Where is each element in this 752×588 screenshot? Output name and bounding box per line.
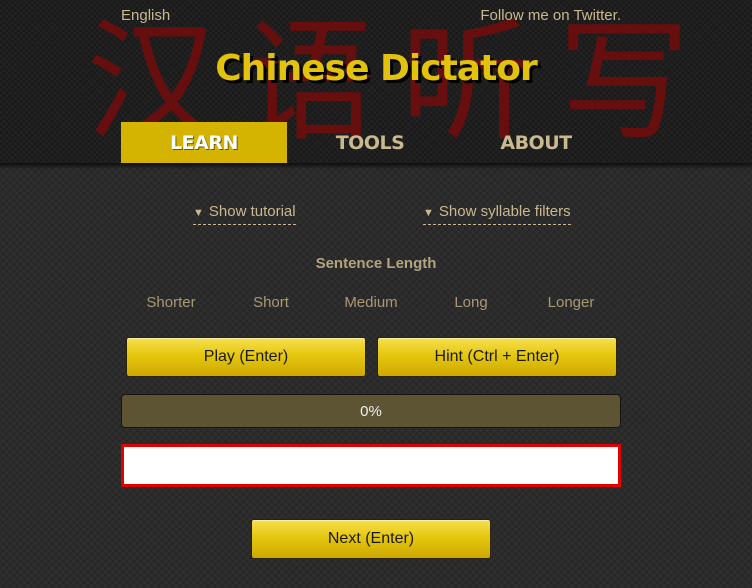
answer-input[interactable]: [121, 444, 621, 487]
length-option-medium[interactable]: Medium: [321, 294, 421, 311]
header-shadow: [0, 163, 752, 169]
tab-learn[interactable]: LEARN: [121, 122, 287, 163]
triangle-down-icon: ▼: [193, 207, 204, 219]
next-button[interactable]: Next (Enter): [251, 519, 491, 559]
site-title: Chinese Dictator: [215, 48, 538, 89]
show-syllable-filters-toggle[interactable]: ▼ Show syllable filters: [423, 203, 571, 225]
play-button[interactable]: Play (Enter): [126, 337, 366, 377]
show-tutorial-toggle[interactable]: ▼ Show tutorial: [193, 203, 296, 225]
tab-about[interactable]: ABOUT: [453, 122, 619, 163]
site-header: 汉 语 听 写 English Follow me on Twitter. Ch…: [0, 0, 752, 163]
language-link[interactable]: English: [121, 7, 170, 24]
length-option-longer[interactable]: Longer: [521, 294, 621, 311]
length-option-short[interactable]: Short: [221, 294, 321, 311]
hint-button[interactable]: Hint (Ctrl + Enter): [377, 337, 617, 377]
progress-text: 0%: [360, 402, 382, 420]
sentence-length-options: Shorter Short Medium Long Longer: [121, 294, 621, 311]
sentence-length-label: Sentence Length: [315, 255, 437, 272]
main-nav: LEARN TOOLS ABOUT: [121, 122, 619, 163]
show-tutorial-label: Show tutorial: [208, 203, 296, 220]
triangle-down-icon: ▼: [423, 207, 434, 219]
tab-tools[interactable]: TOOLS: [287, 122, 453, 163]
show-filters-label: Show syllable filters: [438, 203, 571, 220]
length-option-long[interactable]: Long: [421, 294, 521, 311]
twitter-link[interactable]: Follow me on Twitter.: [480, 7, 621, 24]
progress-bar: 0%: [121, 394, 621, 428]
length-option-shorter[interactable]: Shorter: [121, 294, 221, 311]
